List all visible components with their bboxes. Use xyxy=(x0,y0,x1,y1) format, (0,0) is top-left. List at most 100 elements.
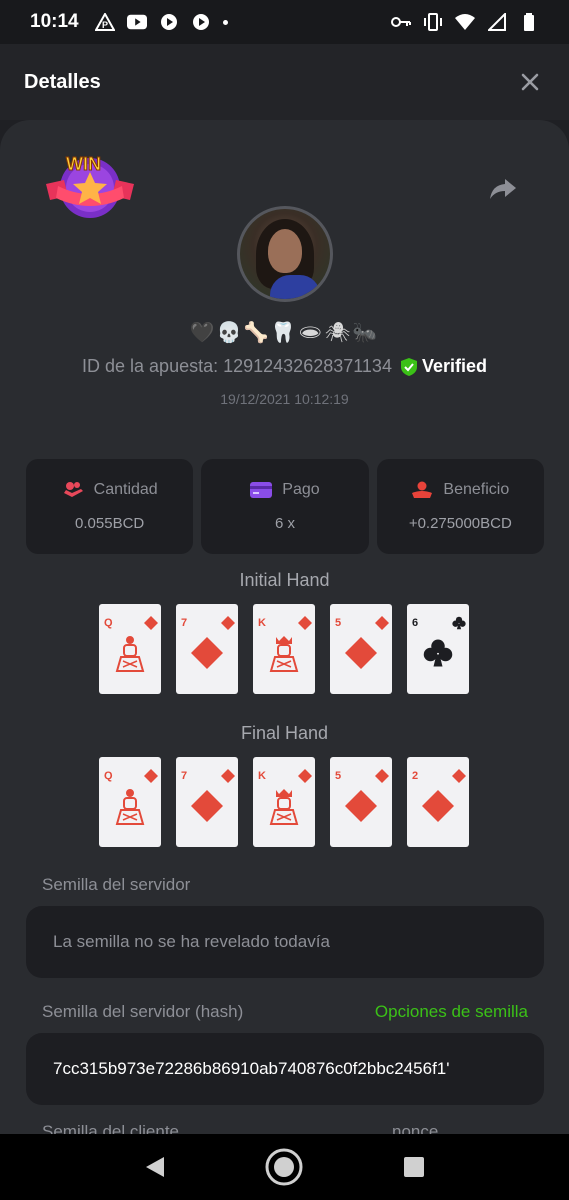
close-button[interactable] xyxy=(515,67,545,97)
server-seed-hash-field[interactable]: 7cc315b973e72286b86910ab740876c0f2bbc245… xyxy=(26,1033,544,1105)
card-rank: 2 xyxy=(412,770,419,782)
profit-hand-icon xyxy=(412,481,433,498)
server-seed-hash-label: Semilla del servidor (hash) xyxy=(42,1002,244,1021)
system-icons xyxy=(391,13,539,31)
playing-card: K xyxy=(253,604,315,694)
recents-square-icon xyxy=(404,1157,425,1177)
diamond-suit-icon xyxy=(375,616,389,630)
diamond-suit-icon xyxy=(421,787,455,825)
bet-details-panel: WIN 🖤💀🦴🦷🕳🕷🐜 ID de la apuesta: 1291243262… xyxy=(0,120,569,1134)
diamond-suit-icon xyxy=(298,616,312,630)
parking-notification-icon: P xyxy=(94,13,115,31)
navigation-bar xyxy=(0,1134,569,1200)
recents-button[interactable] xyxy=(392,1145,436,1189)
card-rank: 7 xyxy=(181,770,188,782)
youtube-icon xyxy=(126,13,147,31)
server-seed-label: Semilla del servidor xyxy=(42,875,191,894)
modal-title: Detalles xyxy=(24,70,101,93)
diamond-suit-icon xyxy=(221,769,235,783)
diamond-suit-icon xyxy=(221,616,235,630)
initial-hand: Q 7 K 5 6 xyxy=(99,604,471,694)
diamond-suit-icon xyxy=(344,787,378,825)
stat-value: 6 x xyxy=(274,515,295,532)
face-card-figure-icon xyxy=(113,634,147,672)
share-icon xyxy=(490,179,516,199)
wifi-icon xyxy=(455,13,475,31)
win-badge-icon: WIN xyxy=(44,150,136,222)
playing-card: 7 xyxy=(176,604,238,694)
club-suit-icon xyxy=(421,634,455,672)
card-rank: 7 xyxy=(181,617,188,629)
playing-card: 5 xyxy=(330,757,392,847)
playing-card: 2 xyxy=(407,757,469,847)
vibrate-icon xyxy=(423,13,443,31)
card-rank: 5 xyxy=(335,617,342,629)
play-icon xyxy=(159,13,179,31)
client-seed-label: Semilla del cliente xyxy=(42,1122,180,1134)
face-card-figure-icon xyxy=(267,787,301,825)
card-rank: Q xyxy=(104,617,113,629)
dot-icon xyxy=(222,19,228,25)
bet-id-row: ID de la apuesta: 12912432628371134 Veri… xyxy=(0,356,569,377)
club-suit-icon xyxy=(452,616,466,630)
card-rank: K xyxy=(258,770,266,782)
playing-card: 5 xyxy=(330,604,392,694)
stat-value: +0.275000BCD xyxy=(408,515,512,532)
card-payment-icon xyxy=(250,482,273,498)
diamond-suit-icon xyxy=(298,769,312,783)
key-icon xyxy=(391,13,411,31)
bet-id-label: ID de la apuesta: 12912432628371134 xyxy=(82,356,392,376)
diamond-suit-icon xyxy=(144,769,158,783)
playing-card: K xyxy=(253,757,315,847)
status-time: 10:14 xyxy=(30,11,79,32)
signal-icon xyxy=(487,13,507,31)
diamond-suit-icon xyxy=(375,769,389,783)
battery-icon xyxy=(519,13,539,31)
diamond-suit-icon xyxy=(144,616,158,630)
server-seed-field[interactable]: La semilla no se ha revelado todavía xyxy=(26,906,544,978)
final-hand-title: Final Hand xyxy=(240,723,329,743)
verified-badge: Verified xyxy=(400,356,487,377)
final-hand: Q 7 K 5 2 xyxy=(99,757,471,847)
play-icon xyxy=(191,13,211,31)
stat-amount: Cantidad 0.055BCD xyxy=(26,459,194,554)
stat-profit: Beneficio +0.275000BCD xyxy=(376,459,544,554)
share-button[interactable] xyxy=(486,172,520,206)
card-rank: 5 xyxy=(335,770,342,782)
back-button[interactable] xyxy=(133,1145,177,1189)
stat-label: Beneficio xyxy=(443,481,510,498)
verified-label: Verified xyxy=(421,356,487,376)
face-card-figure-icon xyxy=(113,787,147,825)
playing-card: Q xyxy=(99,757,161,847)
playing-card: Q xyxy=(99,604,161,694)
bet-date: 19/12/2021 10:12:19 xyxy=(220,391,349,407)
modal-header: Detalles xyxy=(0,44,569,120)
diamond-suit-icon xyxy=(452,769,466,783)
diamond-suit-icon xyxy=(190,787,224,825)
server-seed-hash-value: 7cc315b973e72286b86910ab740876c0f2bbc245… xyxy=(53,1059,450,1078)
home-button[interactable] xyxy=(262,1145,306,1189)
coins-hand-icon xyxy=(63,482,83,497)
close-icon xyxy=(521,73,539,91)
shield-check-icon xyxy=(400,357,417,376)
back-triangle-icon xyxy=(145,1157,164,1177)
seed-options-link[interactable]: Opciones de semilla xyxy=(375,1002,528,1022)
initial-hand-title: Initial Hand xyxy=(239,570,330,590)
svg-text:P: P xyxy=(102,20,108,30)
playing-card: 7 xyxy=(176,757,238,847)
avatar xyxy=(237,206,333,302)
stat-value: 0.055BCD xyxy=(75,515,145,532)
stat-label: Cantidad xyxy=(93,481,158,498)
player-name[interactable]: 🖤💀🦴🦷🕳🕷🐜 xyxy=(0,320,569,344)
home-circle-icon xyxy=(265,1148,303,1186)
notification-icons: P xyxy=(94,13,228,31)
face-card-figure-icon xyxy=(267,634,301,672)
playing-card: 6 xyxy=(407,604,469,694)
status-bar: 10:14 P xyxy=(0,0,569,44)
stat-label: Pago xyxy=(282,481,320,498)
card-rank: K xyxy=(258,617,266,629)
diamond-suit-icon xyxy=(190,634,224,672)
server-seed-value: La semilla no se ha revelado todavía xyxy=(53,932,330,951)
card-rank: Q xyxy=(104,770,113,782)
bet-stats: Cantidad 0.055BCD Pago 6 x Beneficio +0.… xyxy=(26,459,544,554)
